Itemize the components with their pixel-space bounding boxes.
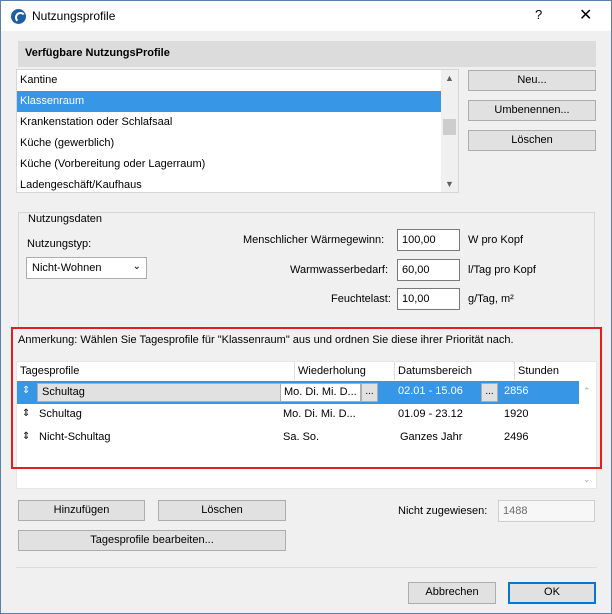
profiles-list[interactable]: Kantine Klassenraum Krankenstation oder … (16, 69, 459, 193)
hot-water-field[interactable]: 60,00 (397, 259, 460, 281)
hot-water-label: Warmwasserbedarf: (290, 264, 389, 276)
moisture-field[interactable]: 10,00 (397, 288, 460, 310)
list-item-selected[interactable]: Klassenraum (17, 91, 441, 112)
ok-button[interactable]: OK (508, 582, 596, 604)
list-item[interactable]: Kantine (17, 70, 441, 91)
footer-separator (16, 567, 597, 568)
moisture-label: Feuchtelast: (331, 293, 391, 305)
close-button[interactable]: ✕ (579, 5, 592, 25)
title-bar: Nutzungsprofile ? ✕ (1, 1, 611, 31)
cancel-button[interactable]: Abbrechen (408, 582, 496, 604)
delete-day-profile-button[interactable]: Löschen (158, 500, 286, 521)
help-button[interactable]: ? (535, 7, 542, 22)
unassigned-field: 1488 (498, 500, 595, 522)
list-item[interactable]: Küche (gewerblich) (17, 133, 441, 154)
scroll-thumb[interactable] (443, 119, 456, 135)
new-profile-button[interactable]: Neu... (468, 70, 596, 91)
heat-gain-field[interactable]: 100,00 (397, 229, 460, 251)
list-item[interactable]: Krankenstation oder Schlafsaal (17, 112, 441, 133)
list-item[interactable]: Küche (Vorbereitung oder Lagerraum) (17, 154, 441, 175)
usage-type-select[interactable]: Nicht-Wohnen ⌄ (26, 257, 147, 279)
app-logo-icon (11, 9, 26, 24)
unassigned-label: Nicht zugewiesen: (398, 505, 488, 517)
heat-gain-label: Menschlicher Wärmegewinn: (243, 234, 385, 246)
list-item[interactable]: Ladengeschäft/Kaufhaus (17, 175, 441, 192)
nutzungsprofile-dialog: Nutzungsprofile ? ✕ Verfügbare NutzungsP… (0, 0, 612, 614)
profiles-scrollbar[interactable]: ▲ ▼ (441, 70, 458, 192)
highlight-box (11, 327, 602, 469)
edit-day-profiles-button[interactable]: Tagesprofile bearbeiten... (18, 530, 286, 551)
delete-profile-button[interactable]: Löschen (468, 130, 596, 151)
add-day-profile-button[interactable]: Hinzufügen (18, 500, 145, 521)
scroll-down-icon[interactable]: ⌄ (583, 474, 591, 485)
scroll-down-icon[interactable]: ▼ (445, 179, 454, 189)
scroll-up-icon[interactable]: ▲ (445, 73, 454, 83)
moisture-unit: g/Tag, m² (468, 293, 514, 305)
window-title: Nutzungsprofile (32, 9, 116, 23)
chevron-down-icon: ⌄ (132, 261, 141, 272)
usage-data-legend: Nutzungsdaten (25, 213, 105, 225)
usage-type-label: Nutzungstyp: (27, 238, 92, 250)
usage-type-value: Nicht-Wohnen (32, 262, 102, 274)
heat-gain-unit: W pro Kopf (468, 234, 524, 246)
profiles-section-header: Verfügbare NutzungsProfile (18, 41, 596, 67)
rename-profile-button[interactable]: Umbenennen... (468, 100, 596, 121)
hot-water-unit: l/Tag pro Kopf (468, 264, 536, 276)
